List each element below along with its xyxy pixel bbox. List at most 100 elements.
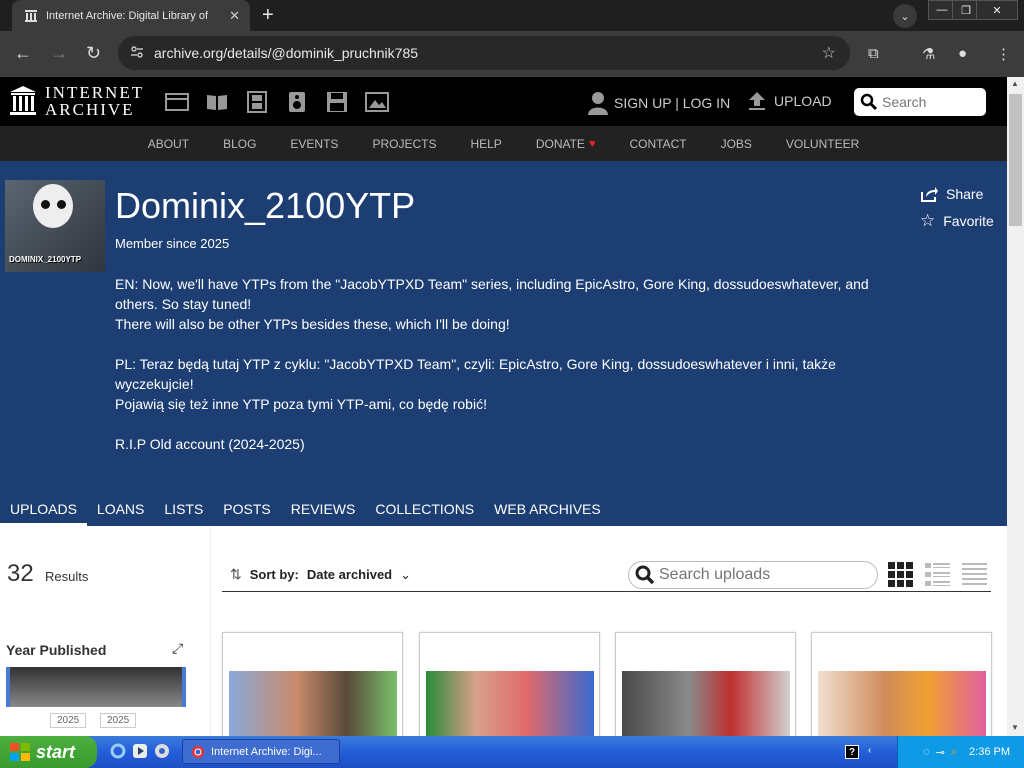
- scroll-up-icon[interactable]: ▲: [1011, 79, 1019, 88]
- bio-rip: R.I.P Old account (2024-2025): [115, 436, 305, 452]
- tab-lists[interactable]: LISTS: [154, 495, 213, 526]
- ia-search-input[interactable]: [882, 94, 974, 110]
- sort-label: Sort by:: [249, 567, 299, 582]
- results-count: 32: [7, 560, 34, 587]
- year-to-input[interactable]: 2025: [100, 713, 137, 728]
- signup-login-link[interactable]: SIGN UP | LOG IN: [588, 91, 730, 115]
- profile-name: Dominix_2100YTP: [115, 185, 416, 226]
- tray-expand-icon[interactable]: ‹: [868, 745, 871, 756]
- texts-book-icon[interactable]: [205, 91, 229, 113]
- nav-blog[interactable]: BLOG: [223, 137, 256, 151]
- archive-building-icon: [10, 86, 36, 115]
- reload-icon[interactable]: ↻: [86, 43, 101, 64]
- images-picture-icon[interactable]: [365, 91, 389, 113]
- upload-card[interactable]: [615, 632, 796, 742]
- nav-help[interactable]: HELP: [470, 137, 501, 151]
- browser-tab-bar: Internet Archive: Digital Library of ✕ +…: [0, 0, 1024, 31]
- tab-collections[interactable]: COLLECTIONS: [365, 495, 484, 526]
- extensions-icon[interactable]: ⧉: [868, 45, 879, 62]
- nav-volunteer[interactable]: VOLUNTEER: [786, 137, 859, 151]
- tab-reviews[interactable]: REVIEWS: [281, 495, 366, 526]
- upload-thumbnail: [622, 671, 790, 741]
- windows-taskbar: start Internet Archive: Digi... ? ‹ ◌ ⊸ …: [0, 736, 1024, 768]
- nav-donate-label: DONATE: [535, 136, 585, 151]
- tab-close-icon[interactable]: ✕: [229, 8, 240, 24]
- nav-about[interactable]: ABOUT: [148, 137, 189, 151]
- list-compact-view-icon[interactable]: [962, 562, 987, 587]
- back-icon[interactable]: ←: [14, 43, 32, 64]
- profile-banner: DOMINIX_2100YTP Dominix_2100YTP Member s…: [0, 161, 1007, 526]
- profile-tabs: UPLOADS LOANS LISTS POSTS REVIEWS COLLEC…: [0, 495, 611, 526]
- expand-icon[interactable]: ⤢: [172, 640, 183, 657]
- network-tray-icon[interactable]: ◌: [923, 746, 930, 758]
- star-icon: ☆: [920, 211, 936, 230]
- tab-search-chevron-icon[interactable]: ⌄: [893, 4, 917, 28]
- upload-card[interactable]: [419, 632, 600, 742]
- nav-projects[interactable]: PROJECTS: [372, 137, 436, 151]
- browser-tab[interactable]: Internet Archive: Digital Library of ✕: [12, 0, 250, 31]
- year-histogram-slider[interactable]: [6, 667, 186, 707]
- web-icon[interactable]: [165, 91, 189, 113]
- video-film-icon[interactable]: [245, 91, 269, 113]
- logo-line-1: INTERNET: [45, 83, 145, 102]
- software-floppy-icon[interactable]: [325, 91, 349, 113]
- sort-direction-icon[interactable]: ⇅: [230, 566, 242, 583]
- clock: 2:36 PM: [969, 746, 1010, 758]
- audio-speaker-icon[interactable]: [285, 91, 309, 113]
- labs-flask-icon[interactable]: ⚗: [922, 45, 935, 63]
- system-tray: ◌ ⊸ ⌕ 2:36 PM: [897, 736, 1024, 768]
- ie-quicklaunch-icon[interactable]: [110, 743, 126, 759]
- ia-search-box[interactable]: [854, 88, 986, 116]
- sort-control[interactable]: ⇅ Sort by: Date archived ⌄: [230, 566, 411, 583]
- ia-logo[interactable]: INTERNET ARCHIVE: [9, 84, 144, 118]
- nav-jobs[interactable]: JOBS: [721, 137, 752, 151]
- help-tray-icon[interactable]: ?: [845, 745, 859, 759]
- nav-contact[interactable]: CONTACT: [629, 137, 686, 151]
- site-settings-icon[interactable]: [130, 45, 144, 59]
- upload-search-box[interactable]: [628, 561, 878, 589]
- ia-secondary-nav: ABOUT BLOG EVENTS PROJECTS HELP DONATE ♥ …: [0, 126, 1007, 161]
- tab-posts[interactable]: POSTS: [213, 495, 280, 526]
- bio-en-2: There will also be other YTPs besides th…: [115, 316, 510, 332]
- year-from-input[interactable]: 2025: [50, 713, 87, 728]
- avatar-eye: [41, 200, 50, 209]
- year-published-title: Year Published: [6, 642, 107, 658]
- upload-card[interactable]: [222, 632, 403, 742]
- chevron-down-icon: ⌄: [400, 566, 412, 582]
- address-bar[interactable]: archive.org/details/@dominik_pruchnik785…: [118, 36, 850, 70]
- list-detail-view-icon[interactable]: [925, 562, 950, 587]
- taskbar-window-title: Internet Archive: Digi...: [211, 745, 322, 758]
- browser-quicklaunch-icon[interactable]: [154, 743, 170, 759]
- tab-loans[interactable]: LOANS: [87, 495, 154, 526]
- tab-uploads[interactable]: UPLOADS: [0, 495, 87, 526]
- scroll-down-icon[interactable]: ▼: [1011, 723, 1019, 732]
- bio-pl-2: Pojawią się też inne YTP poza tymi YTP-a…: [115, 396, 487, 412]
- share-label: Share: [946, 186, 984, 202]
- new-tab-icon[interactable]: +: [262, 4, 274, 27]
- upload-link[interactable]: UPLOAD: [748, 91, 832, 111]
- upload-card[interactable]: [811, 632, 992, 742]
- taskbar-window-button[interactable]: Internet Archive: Digi...: [182, 739, 340, 764]
- search-tray-icon[interactable]: ⌕: [951, 746, 957, 759]
- forward-icon[interactable]: →: [50, 43, 68, 64]
- avatar-eye: [57, 200, 66, 209]
- page-scrollbar[interactable]: ▲ ▼: [1007, 77, 1024, 736]
- share-button[interactable]: Share: [920, 186, 983, 202]
- search-icon: [860, 93, 878, 111]
- start-button[interactable]: start: [0, 736, 97, 768]
- upload-search-input[interactable]: [659, 566, 869, 584]
- favorite-button[interactable]: ☆ Favorite: [920, 211, 994, 231]
- close-window-icon[interactable]: ✕: [976, 0, 1018, 20]
- volume-tray-icon[interactable]: ⊸: [936, 746, 945, 759]
- bookmark-star-icon[interactable]: ☆: [822, 43, 836, 63]
- scrollbar-thumb[interactable]: [1009, 94, 1022, 226]
- media-quicklaunch-icon[interactable]: [132, 743, 148, 759]
- upload-arrow-icon: [749, 92, 765, 110]
- profile-icon[interactable]: ●: [958, 45, 967, 62]
- tab-web-archives[interactable]: WEB ARCHIVES: [484, 495, 611, 526]
- nav-donate[interactable]: DONATE ♥: [536, 137, 596, 151]
- profile-bio: EN: Now, we'll have YTPs from the "Jacob…: [115, 274, 885, 474]
- grid-view-icon[interactable]: [888, 562, 913, 587]
- nav-events[interactable]: EVENTS: [290, 137, 338, 151]
- menu-kebab-icon[interactable]: ⋮: [996, 45, 1011, 63]
